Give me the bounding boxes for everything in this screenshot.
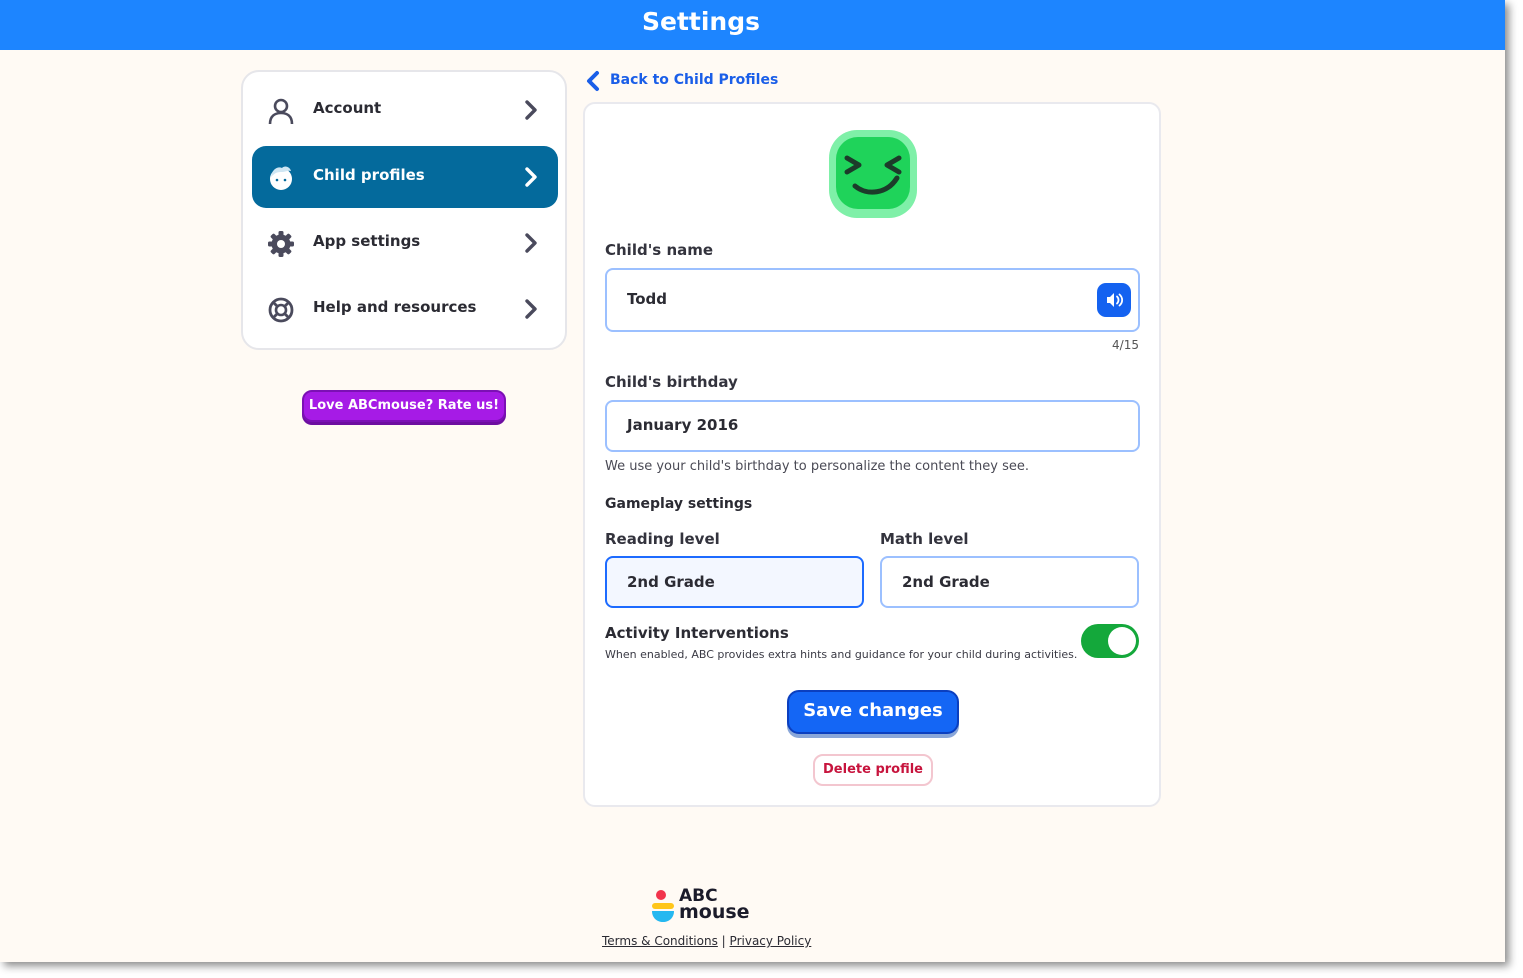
rate-us-button[interactable]: Love ABCmouse? Rate us! xyxy=(302,390,506,422)
sidebar-item-child-profiles[interactable]: Child profiles xyxy=(252,146,558,208)
childs-birthday-input[interactable]: January 2016 xyxy=(605,400,1140,452)
sidebar-item-label: Help and resources xyxy=(313,298,477,316)
chevron-right-icon xyxy=(525,100,537,120)
user-icon xyxy=(268,98,294,125)
sidebar-item-label: Child profiles xyxy=(313,166,425,184)
save-changes-button[interactable]: Save changes xyxy=(787,690,959,734)
childs-name-value: Todd xyxy=(627,290,668,308)
toggle-knob xyxy=(1108,627,1136,655)
reading-level-label: Reading level xyxy=(605,530,720,548)
logo-line-mouse: mouse xyxy=(679,901,750,923)
privacy-link[interactable]: Privacy Policy xyxy=(730,934,812,948)
footer-separator: | xyxy=(721,934,726,948)
header-bar: Settings xyxy=(0,0,1505,50)
reading-level-select[interactable]: 2nd Grade xyxy=(605,556,864,608)
gameplay-settings-title: Gameplay settings xyxy=(605,496,753,512)
childs-birthday-label: Child's birthday xyxy=(605,373,738,391)
childs-name-label: Child's name xyxy=(605,241,714,259)
terms-link[interactable]: Terms & Conditions xyxy=(602,934,718,948)
settings-sidebar: Account Child profiles App settings Help… xyxy=(241,70,567,350)
reading-level-value: 2nd Grade xyxy=(627,573,715,591)
birthday-help-text: We use your child's birthday to personal… xyxy=(605,459,1029,474)
activity-interventions-toggle[interactable] xyxy=(1081,624,1139,658)
child-profile-card: Child's name Todd 4/15 Child's birthday … xyxy=(583,102,1161,807)
delete-profile-button[interactable]: Delete profile xyxy=(813,754,933,786)
child-face-icon xyxy=(270,166,292,190)
gear-icon xyxy=(268,231,294,257)
page-title: Settings xyxy=(641,7,760,36)
sidebar-item-label: App settings xyxy=(313,232,421,250)
name-character-counter: 4/15 xyxy=(1112,338,1139,352)
math-level-select[interactable]: 2nd Grade xyxy=(880,556,1139,608)
activity-interventions-description: When enabled, ABC provides extra hints a… xyxy=(605,648,1078,661)
childs-birthday-value: January 2016 xyxy=(627,416,739,434)
abcmouse-logo: ABC mouse xyxy=(651,888,761,924)
chevron-right-icon xyxy=(525,233,537,253)
chevron-left-icon xyxy=(587,71,599,91)
abcmouse-logo-wordmark: ABC mouse xyxy=(679,888,750,923)
sidebar-item-label: Account xyxy=(313,99,382,117)
speaker-button[interactable] xyxy=(1097,283,1131,317)
lifebuoy-icon xyxy=(268,297,294,323)
sidebar-item-account[interactable]: Account xyxy=(252,79,558,141)
abcmouse-logo-mark xyxy=(652,890,674,922)
sidebar-item-app-settings[interactable]: App settings xyxy=(252,212,558,274)
math-level-value: 2nd Grade xyxy=(902,573,990,591)
chevron-right-icon xyxy=(525,167,537,187)
activity-interventions-title: Activity Interventions xyxy=(605,624,789,642)
winking-face-avatar-icon[interactable] xyxy=(827,128,919,220)
speaker-icon xyxy=(1107,293,1124,307)
chevron-right-icon xyxy=(525,299,537,319)
footer-links: Terms & Conditions | Privacy Policy xyxy=(602,934,811,948)
sidebar-item-help[interactable]: Help and resources xyxy=(252,278,558,340)
back-link-label: Back to Child Profiles xyxy=(610,72,779,88)
app-window: Settings Account Child profiles App sett… xyxy=(0,0,1505,962)
math-level-label: Math level xyxy=(880,530,969,548)
childs-name-input[interactable]: Todd xyxy=(605,268,1140,332)
